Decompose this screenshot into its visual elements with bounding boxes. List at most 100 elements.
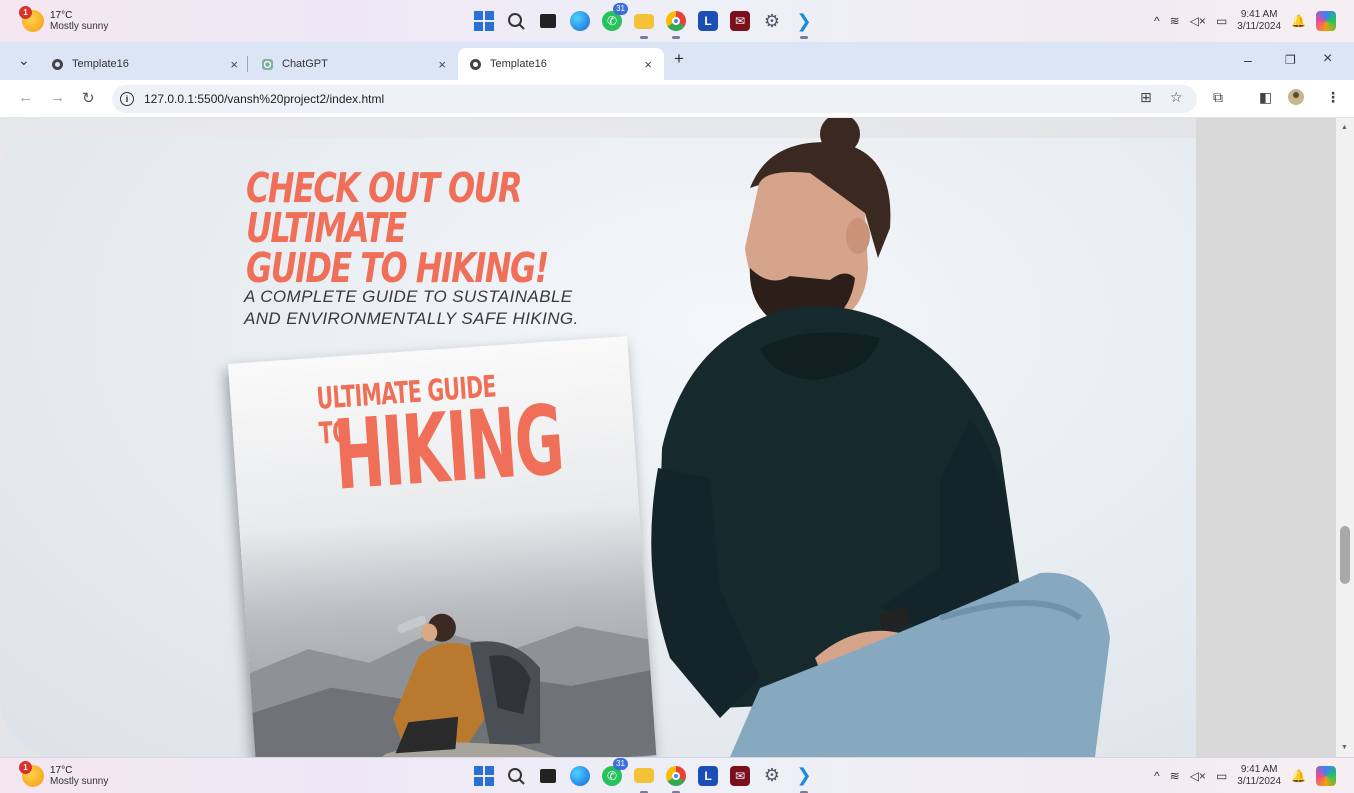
search-button[interactable] [504, 764, 528, 788]
close-window-button[interactable]: × [1323, 50, 1332, 68]
chrome-icon [666, 765, 686, 786]
l-app-button[interactable]: L [696, 9, 720, 33]
task-view-button[interactable] [536, 9, 560, 33]
search-button[interactable] [504, 9, 528, 33]
url-text[interactable]: 127.0.0.1:5500/vansh%20project2/index.ht… [144, 92, 384, 106]
weather-badge: 1 [19, 760, 32, 774]
close-tab-icon[interactable]: × [644, 57, 652, 72]
battery-icon[interactable]: ▭ [1216, 769, 1227, 783]
page-scrollbar[interactable]: ▲ ▼ [1336, 118, 1354, 757]
vscode-icon: ❯ [796, 765, 812, 785]
whatsapp-button[interactable]: ✆ 31 [600, 3, 628, 33]
battery-icon[interactable]: ▭ [1216, 14, 1227, 28]
task-view-button[interactable] [536, 764, 560, 788]
chrome-button[interactable] [664, 9, 688, 39]
close-tab-icon[interactable]: × [230, 57, 238, 72]
minimize-button[interactable]: – [1244, 52, 1252, 68]
restore-button[interactable]: ❐ [1285, 53, 1296, 67]
folder-icon [634, 768, 654, 783]
sun-icon: 1 [19, 6, 44, 32]
l-app-icon: L [698, 765, 718, 786]
taskbar-apps: ✆ 31 L ✉ ⚙ ❯ [472, 3, 816, 39]
mail-app-button[interactable]: ✉ [728, 764, 752, 788]
clock-time: 9:41 AM [1240, 9, 1278, 20]
tab-label: Template16 [490, 58, 547, 70]
gear-icon: ⚙ [763, 765, 781, 785]
subline-line-2: AND ENVIRONMENTALLY SAFE HIKING. [244, 309, 579, 328]
tab-template16-active[interactable]: Template16 × [458, 48, 664, 80]
whatsapp-badge: 31 [613, 3, 628, 15]
start-button[interactable] [472, 764, 496, 788]
tab-chatgpt[interactable]: ChatGPT × [250, 48, 458, 80]
scroll-down-arrow-icon[interactable]: ▼ [1341, 744, 1348, 751]
notification-bell-icon[interactable]: 🔔 [1291, 769, 1306, 783]
site-info-icon[interactable]: i [120, 92, 134, 106]
new-tab-button[interactable]: + [674, 49, 684, 69]
vscode-button[interactable]: ❯ [792, 9, 816, 39]
profile-avatar[interactable] [1288, 89, 1304, 108]
hero-headline: CHECK OUT OUR ULTIMATE GUIDE TO HIKING! [246, 168, 574, 289]
search-icon [508, 13, 525, 30]
mail-app-icon: ✉ [730, 11, 750, 31]
taskbar-apps: ✆ 31 L ✉ ⚙ ❯ [472, 757, 816, 793]
clock-date: 3/11/2024 [1237, 21, 1282, 32]
scroll-up-arrow-icon[interactable]: ▲ [1341, 124, 1348, 131]
chrome-icon [666, 11, 686, 31]
file-explorer-button[interactable] [632, 9, 656, 39]
clock[interactable]: 9:41 AM 3/11/2024 [1237, 9, 1281, 33]
weather-condition: Mostly sunny [50, 21, 109, 32]
vscode-button[interactable]: ❯ [792, 764, 816, 793]
translate-icon[interactable]: ⊞ [1140, 89, 1152, 106]
edge-button[interactable] [568, 9, 592, 33]
scrollbar-thumb[interactable] [1340, 526, 1350, 584]
clock[interactable]: 9:41 AM 3/11/2024 [1237, 764, 1281, 788]
edge-icon [570, 11, 590, 31]
notification-bell-icon[interactable]: 🔔 [1291, 14, 1306, 28]
tab-template16-1[interactable]: Template16 × [40, 48, 250, 80]
weather-widget[interactable]: 1 17°C Mostly sunny [19, 760, 108, 787]
l-app-button[interactable]: L [696, 764, 720, 788]
chevron-up-icon[interactable]: ^ [1154, 769, 1160, 783]
edge-button[interactable] [568, 764, 592, 788]
settings-button[interactable]: ⚙ [760, 764, 784, 788]
tab-label: Template16 [72, 58, 129, 70]
url-box[interactable]: i 127.0.0.1:5500/vansh%20project2/index.… [112, 85, 1197, 113]
chrome-button[interactable] [664, 764, 688, 793]
side-panel-icon[interactable]: ◧ [1259, 89, 1272, 106]
clock-date: 3/11/2024 [1237, 775, 1282, 787]
wifi-icon[interactable]: ≋ [1170, 769, 1180, 783]
chatgpt-icon [260, 57, 274, 71]
file-explorer-button[interactable] [632, 764, 656, 793]
back-button[interactable]: ← [18, 89, 33, 106]
weather-temp: 17°C [50, 10, 73, 21]
settings-button[interactable]: ⚙ [760, 9, 784, 33]
copilot-icon[interactable] [1316, 11, 1336, 31]
chevron-up-icon[interactable]: ^ [1154, 14, 1160, 28]
forward-button[interactable]: → [50, 89, 65, 106]
task-view-icon [540, 14, 556, 28]
task-view-icon [540, 768, 556, 783]
whatsapp-button[interactable]: ✆ 31 [600, 757, 628, 788]
copilot-icon[interactable] [1316, 765, 1336, 786]
wifi-icon[interactable]: ≋ [1170, 14, 1180, 28]
weather-badge: 1 [19, 6, 32, 19]
weather-temp: 17°C [50, 764, 73, 776]
weather-widget[interactable]: 1 17°C Mostly sunny [19, 6, 109, 32]
start-button[interactable] [472, 9, 496, 33]
reload-button[interactable]: ↻ [82, 89, 95, 107]
vscode-icon: ❯ [796, 10, 812, 31]
volume-muted-icon[interactable]: ◁× [1190, 14, 1206, 28]
tab-search-chevron-icon[interactable]: ⌄ [18, 52, 30, 69]
menu-kebab-icon[interactable]: ⋮ [1326, 89, 1340, 106]
bookmark-star-icon[interactable]: ☆ [1170, 89, 1183, 106]
clock-time: 9:41 AM [1240, 763, 1278, 775]
volume-muted-icon[interactable]: ◁× [1190, 769, 1206, 783]
tab-strip: ⌄ Template16 × ChatGPT × Template16 × + … [0, 42, 1354, 80]
mail-app-button[interactable]: ✉ [728, 9, 752, 33]
folder-icon [634, 13, 654, 29]
ebook-cover: ULTIMATE GUIDE TO HIKING [228, 336, 657, 757]
windows-icon [474, 11, 494, 31]
search-icon [508, 767, 525, 785]
extensions-icon[interactable]: ⧉ [1213, 89, 1223, 106]
close-tab-icon[interactable]: × [438, 57, 446, 72]
